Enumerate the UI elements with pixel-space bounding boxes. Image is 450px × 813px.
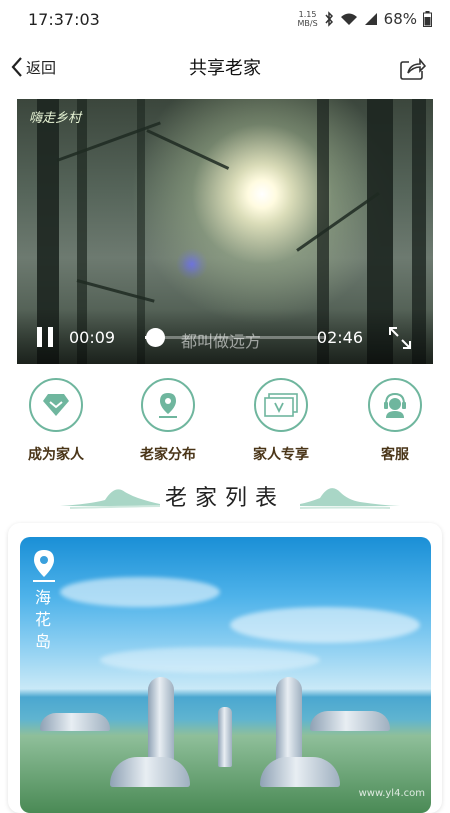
cloud xyxy=(100,647,320,673)
cloud xyxy=(230,607,420,643)
signal-icon xyxy=(364,13,377,25)
pause-button[interactable] xyxy=(37,327,55,347)
home-name-char: 岛 xyxy=(34,632,51,651)
share-button[interactable] xyxy=(400,56,427,84)
current-time: 00:09 xyxy=(69,328,116,347)
building-dome xyxy=(110,757,190,787)
action-family-exclusive[interactable]: 家人专享 xyxy=(226,378,336,464)
wifi-icon xyxy=(340,13,357,25)
location-pin-icon xyxy=(159,393,177,418)
vip-card-icon xyxy=(264,393,298,417)
tree-branch xyxy=(56,121,161,162)
page-title: 共享老家 xyxy=(189,58,261,79)
net-speed: 1.15 MB/S xyxy=(297,10,317,28)
tree-branch xyxy=(146,129,230,170)
action-customer-service[interactable]: 客服 xyxy=(340,378,450,464)
customer-service-icon xyxy=(384,392,406,418)
pause-icon xyxy=(48,327,53,347)
action-label: 老家分布 xyxy=(140,447,196,463)
action-label: 家人专享 xyxy=(253,447,309,463)
video-watermark: 嗨走乡村 xyxy=(29,111,82,126)
fullscreen-icon xyxy=(389,327,411,349)
battery-icon xyxy=(423,11,432,27)
nav-bar: 返回 共享老家 xyxy=(0,44,450,90)
home-name: 海 花 岛 xyxy=(34,587,52,653)
mountain-right-icon xyxy=(300,488,400,509)
action-label: 成为家人 xyxy=(28,447,84,463)
action-row: 成为家人 老家分布 家人专享 客服 xyxy=(0,378,450,468)
progress-thumb[interactable] xyxy=(145,328,165,347)
pause-icon xyxy=(37,327,42,347)
status-icons: 1.15 MB/S 68% xyxy=(297,10,432,28)
total-time: 02:46 xyxy=(316,328,363,347)
site-watermark: www.yl4.com xyxy=(358,788,425,799)
action-become-family[interactable]: 成为家人 xyxy=(1,378,111,464)
net-speed-unit: MB/S xyxy=(297,19,318,28)
home-name-char: 花 xyxy=(34,610,51,629)
action-label: 客服 xyxy=(381,447,409,463)
status-time: 17:37:03 xyxy=(28,10,100,29)
section-header: 老家列表 xyxy=(0,478,450,518)
share-icon xyxy=(400,57,427,80)
video-controls: 00:09 都叫做远方 02:46 xyxy=(17,309,433,364)
building-dome xyxy=(40,713,110,731)
action-circle xyxy=(141,378,195,432)
action-circle xyxy=(29,378,83,432)
building-dome xyxy=(310,711,390,731)
home-name-char: 海 xyxy=(34,588,51,607)
action-circle xyxy=(368,378,422,432)
home-card-image[interactable]: 海 花 岛 www.yl4.com xyxy=(20,537,431,813)
building-tower xyxy=(218,707,232,767)
video-caption: 都叫做远方 xyxy=(181,332,262,351)
status-bar: 17:37:03 1.15 MB/S 68% xyxy=(0,0,450,40)
video-player[interactable]: 嗨走乡村 00:09 都叫做远方 02:46 xyxy=(17,99,433,364)
bluetooth-icon xyxy=(325,11,333,27)
location-pin-icon xyxy=(33,550,55,582)
fullscreen-button[interactable] xyxy=(387,325,413,355)
net-speed-value: 1.15 xyxy=(298,10,317,19)
diamond-heart-icon xyxy=(43,394,69,416)
cloud xyxy=(60,577,220,607)
home-card[interactable]: 海 花 岛 www.yl4.com xyxy=(8,523,442,813)
building-dome xyxy=(260,757,340,787)
action-home-distribution[interactable]: 老家分布 xyxy=(113,378,223,464)
action-circle xyxy=(254,378,308,432)
battery-percent: 68% xyxy=(383,10,417,28)
